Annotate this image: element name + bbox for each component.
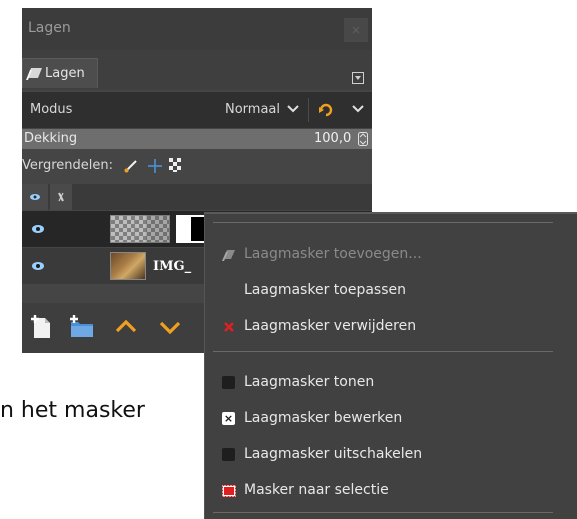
menu-item-add-layer-mask[interactable]: Laagmasker toevoegen... [205, 240, 577, 270]
opacity-value[interactable]: 100,0 [314, 131, 351, 146]
lower-layer-icon[interactable] [158, 314, 182, 340]
eye-icon[interactable] [31, 261, 45, 271]
tab-menu-icon[interactable] [352, 72, 364, 84]
chevron-down-icon[interactable] [287, 104, 299, 114]
document-text-bottom: n het masker [0, 398, 145, 423]
dock-title-bar: Lagen × [22, 8, 372, 50]
tab-layers[interactable]: Lagen [22, 58, 98, 88]
mode-label: Modus [30, 102, 73, 117]
composite-mode-icon[interactable] [317, 101, 335, 119]
move-icon[interactable] [147, 158, 163, 174]
menu-item-edit-layer-mask[interactable]: × Laagmasker bewerken [205, 404, 577, 434]
layer-thumbnail[interactable] [134, 215, 170, 243]
menu-item-label: Laagmasker tonen [244, 374, 375, 390]
checkbox-unchecked-icon[interactable] [221, 447, 237, 463]
chain-icon [58, 192, 64, 202]
chain-column-header[interactable] [50, 184, 72, 210]
close-icon[interactable]: × [344, 18, 368, 42]
checkbox-checked-icon[interactable]: × [221, 411, 237, 427]
spinner-icon[interactable] [358, 132, 368, 146]
mode-row: Modus Normaal [22, 92, 372, 128]
brush-icon[interactable] [124, 159, 138, 173]
tab-label: Lagen [45, 66, 85, 81]
layers-icon [26, 68, 42, 80]
add-mask-icon [222, 250, 235, 261]
mode-divider [308, 98, 309, 122]
menu-item-label: Laagmasker verwijderen [244, 318, 417, 334]
chevron-down-icon[interactable] [352, 104, 364, 114]
menu-item-label: Laagmasker bewerken [244, 410, 403, 426]
lock-row: Vergrendelen: [22, 151, 372, 181]
mode-dropdown[interactable]: Normaal [225, 102, 280, 117]
delete-icon [224, 322, 234, 332]
checkbox-unchecked-icon[interactable] [221, 375, 237, 391]
menu-item-show-layer-mask[interactable]: Laagmasker tonen [205, 368, 577, 398]
layer-list-header [22, 184, 372, 210]
new-layer-icon[interactable] [30, 314, 54, 340]
opacity-label: Dekking [24, 131, 78, 146]
raise-layer-icon[interactable] [114, 314, 138, 340]
layer-thumbnail[interactable] [110, 252, 146, 280]
menu-item-label: Laagmasker toepassen [244, 282, 406, 298]
menu-item-label: Masker naar selectie [244, 482, 389, 498]
opacity-slider[interactable]: Dekking 100,0 [22, 129, 372, 149]
lock-label: Vergrendelen: [22, 158, 114, 173]
menu-item-delete-layer-mask[interactable]: Laagmasker verwijderen [205, 312, 577, 342]
new-layer-group-icon[interactable] [69, 314, 95, 340]
visibility-column-header[interactable] [22, 184, 48, 210]
eye-icon [30, 194, 40, 200]
menu-separator [213, 351, 553, 352]
tab-bar: Lagen [22, 50, 372, 90]
eye-icon[interactable] [31, 224, 45, 234]
menu-item-disable-layer-mask[interactable]: Laagmasker uitschakelen [205, 440, 577, 470]
menu-separator [213, 512, 553, 513]
layer-name: IMG_ [153, 259, 192, 274]
layer-mask-context-menu: Laagmasker toevoegen... Laagmasker toepa… [204, 212, 577, 519]
mask-to-selection-icon [222, 485, 236, 497]
menu-item-label: Laagmasker uitschakelen [244, 446, 423, 462]
menu-item-mask-to-selection[interactable]: Masker naar selectie [205, 476, 577, 506]
menu-item-label: Laagmasker toevoegen... [244, 246, 422, 262]
menu-separator [213, 222, 553, 223]
checkerboard-icon[interactable] [169, 158, 183, 172]
menu-item-apply-layer-mask[interactable]: Laagmasker toepassen [205, 276, 577, 306]
dock-title: Lagen [28, 20, 71, 36]
